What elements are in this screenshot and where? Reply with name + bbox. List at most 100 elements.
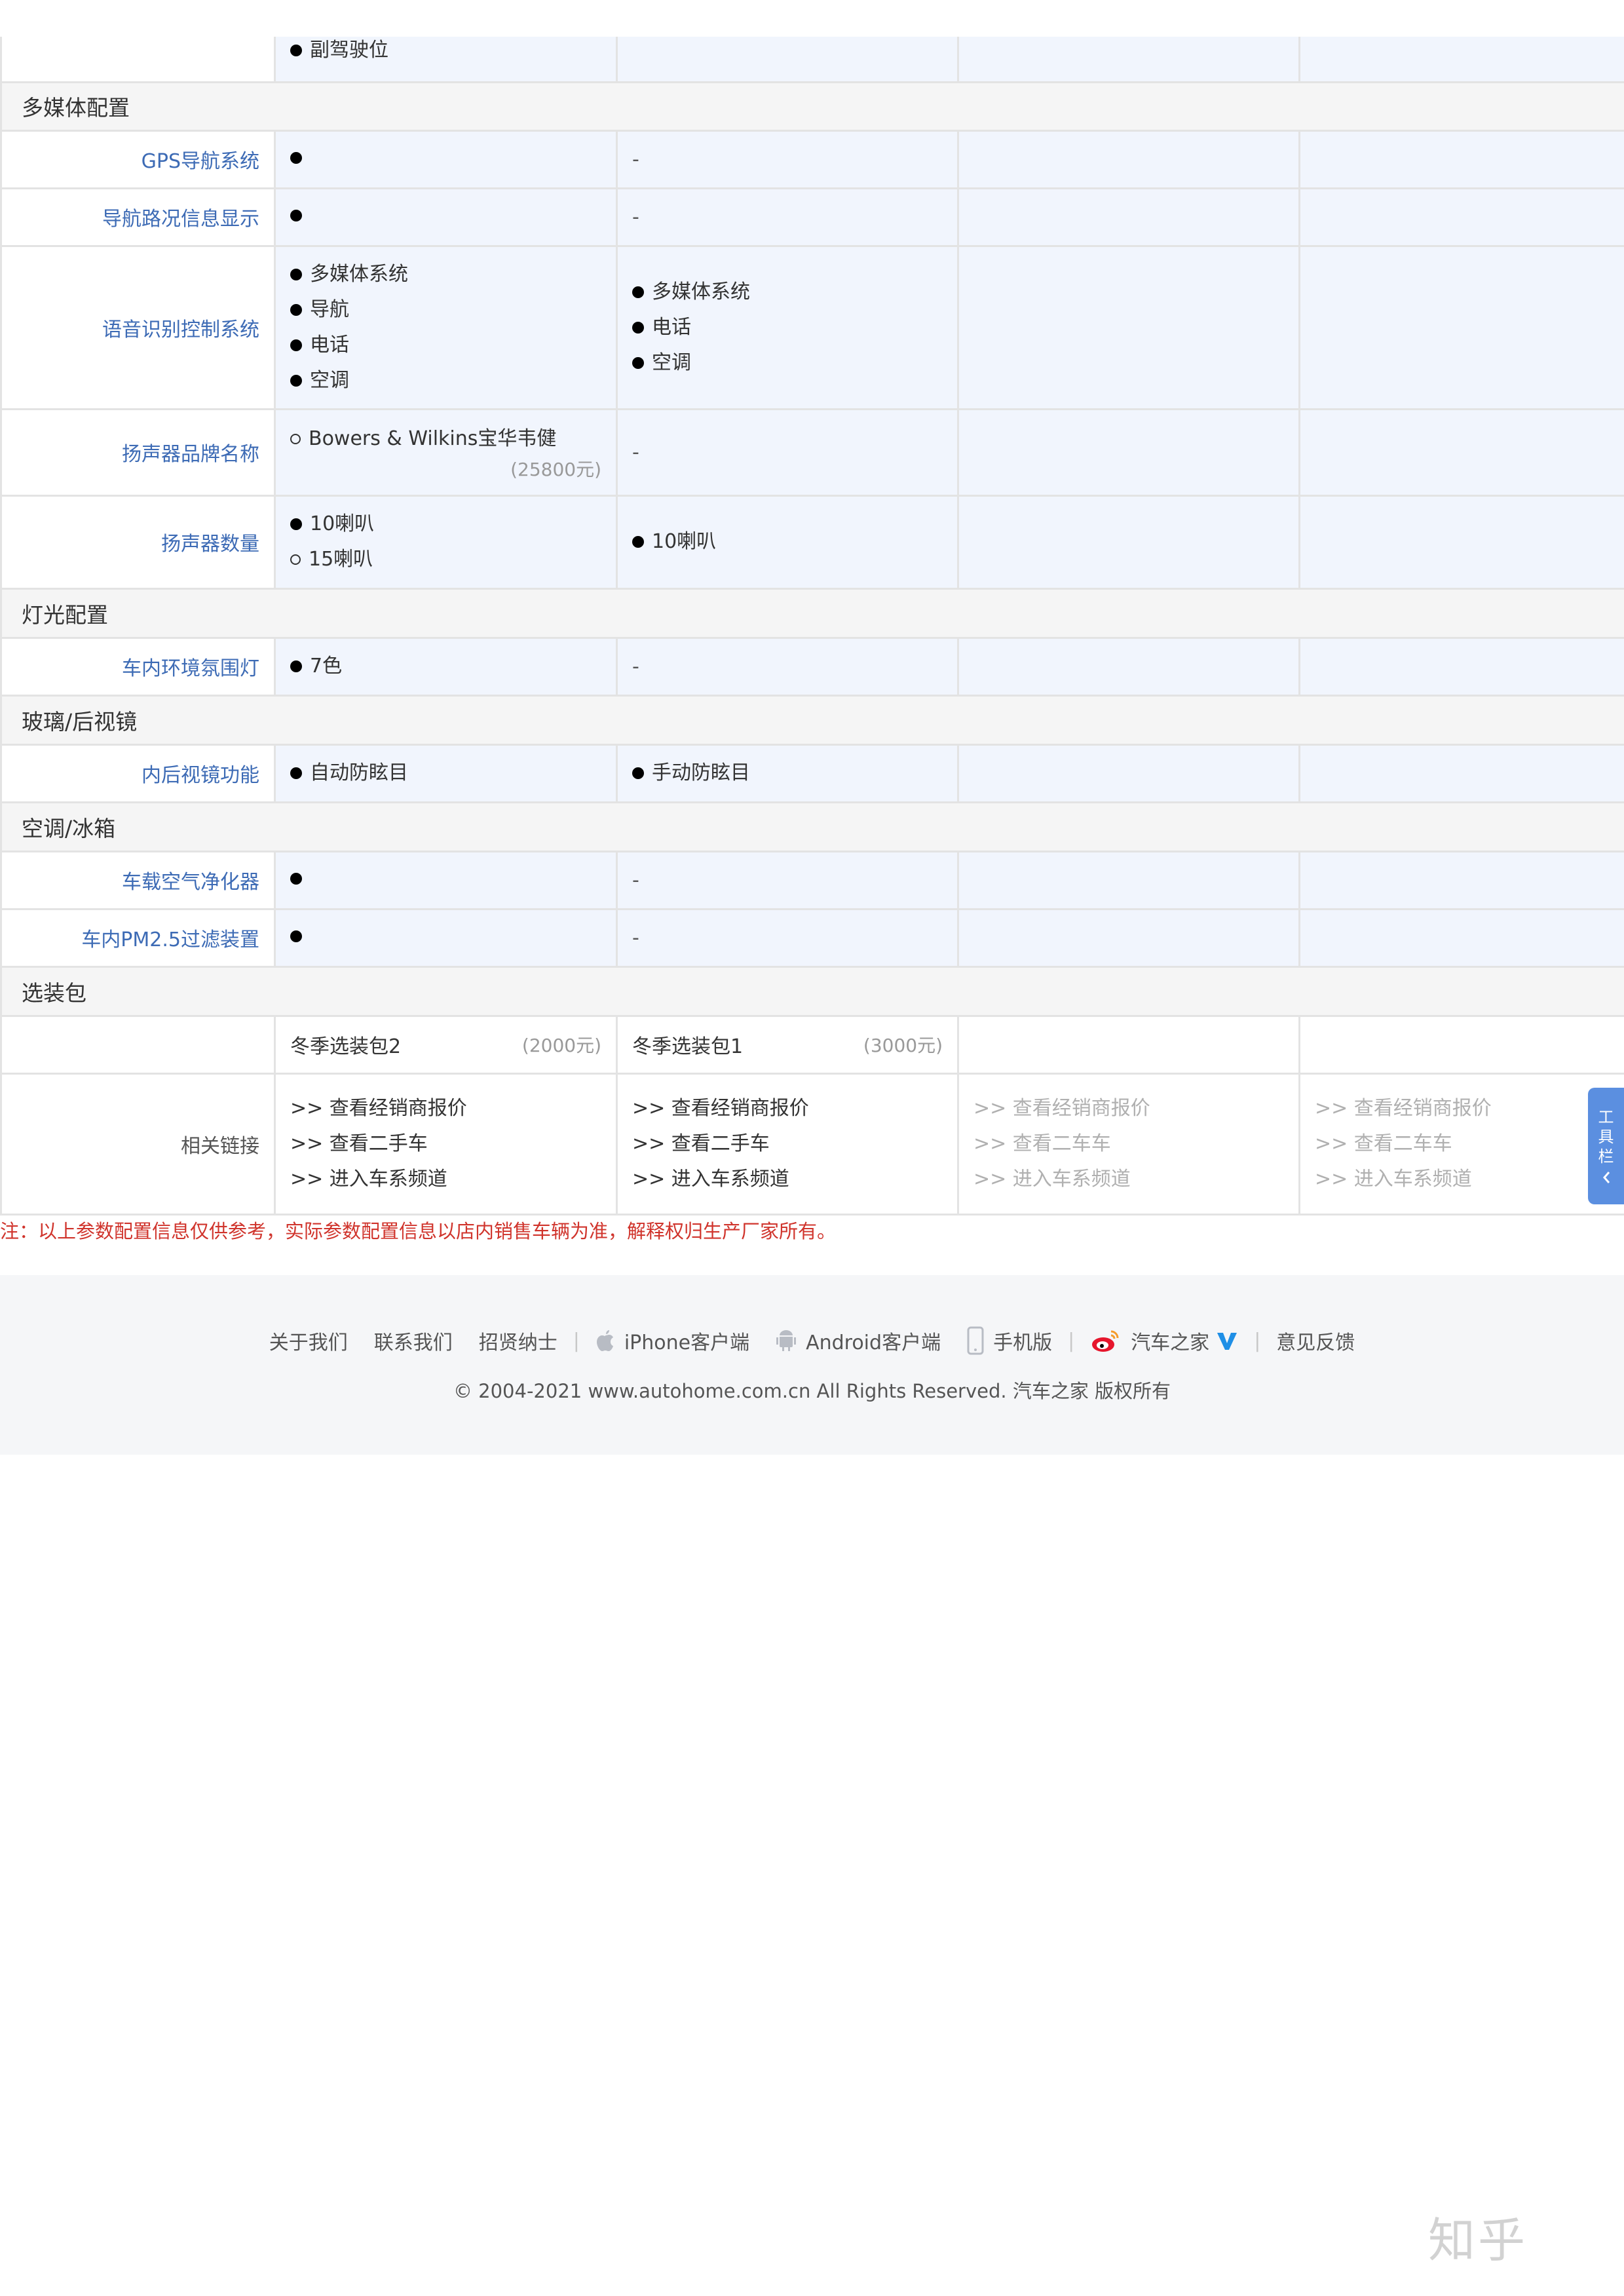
row-inner-mirror: 内后视镜功能 自动防眩目 手动防眩目 [0, 743, 1624, 803]
config-table: 副驾驶位 多媒体配置 GPS导航系统 - 导航路况信息显示 - 语音识别控制系统… [0, 37, 1624, 1215]
row-label[interactable]: 语音识别控制系统 [0, 244, 276, 410]
standard-dot-icon [632, 321, 644, 334]
optional-ring-icon [290, 554, 301, 565]
toolbar-tab[interactable]: 工 具 栏 [1588, 1088, 1624, 1204]
series-channel-link: >> 进入车系频道 [973, 1167, 1131, 1191]
standard-dot-icon [632, 536, 644, 548]
section-ac-fridge: 空调/冰箱 [0, 801, 1624, 852]
standard-dot-icon [290, 660, 302, 672]
section-glass-mirror: 玻璃/后视镜 [0, 694, 1624, 746]
row-label[interactable]: 内后视镜功能 [0, 743, 276, 803]
row-label[interactable]: 车内环境氛围灯 [0, 636, 276, 697]
series-channel-link[interactable]: >> 进入车系频道 [290, 1162, 616, 1197]
row-gps: GPS导航系统 - [0, 129, 1624, 189]
footer-link-feedback[interactable]: 意见反馈 [1276, 1326, 1355, 1355]
footer-nav: 关于我们 联系我们 招贤纳士 | iPhone客户端 Android客户端 手机… [0, 1326, 1624, 1355]
list-item: 电话 [632, 310, 957, 345]
optional-ring-icon [290, 434, 301, 444]
standard-dot-icon [290, 767, 302, 779]
standard-dot-icon [290, 339, 302, 351]
used-car-link[interactable]: >> 查看二手车 [290, 1126, 616, 1162]
standard-dot-icon [290, 45, 302, 56]
option-package[interactable]: 冬季选装包2 (2000元) [290, 1030, 616, 1059]
used-car-link: >> 查看二车车 [973, 1132, 1111, 1155]
standard-dot-icon [290, 873, 302, 885]
list-item: 空调 [632, 345, 957, 381]
list-item: 7色 [290, 649, 616, 684]
dealer-price-link[interactable]: >> 查看经销商报价 [632, 1091, 957, 1126]
standard-dot-icon [290, 152, 302, 164]
row-nav-traffic: 导航路况信息显示 - [0, 187, 1624, 247]
row-label[interactable]: 车载空气净化器 [0, 850, 276, 910]
copyright: © 2004-2021 www.autohome.com.cn All Righ… [453, 1380, 1171, 1402]
list-item: 多媒体系统 [632, 275, 957, 310]
row-label[interactable]: GPS导航系统 [0, 129, 276, 189]
list-item: 手动防眩目 [632, 756, 957, 791]
standard-dot-icon [632, 356, 644, 369]
standard-dot-icon [290, 374, 302, 387]
used-car-link: >> 查看二车车 [1315, 1132, 1452, 1155]
list-item: 自动防眩目 [290, 756, 616, 791]
divider: | [1068, 1329, 1075, 1352]
section-options: 选装包 [0, 965, 1624, 1017]
list-item: 空调 [290, 363, 616, 398]
row-air-purifier: 车载空气净化器 - [0, 850, 1624, 910]
row-option-pkg: 冬季选装包2 (2000元) 冬季选装包1 (3000元) [0, 1014, 1624, 1075]
row-label: 相关链接 [0, 1072, 276, 1215]
list-item: Bowers & Wilkins宝华韦健 [290, 421, 616, 457]
weibo-icon [1092, 1330, 1119, 1352]
series-channel-link[interactable]: >> 进入车系频道 [632, 1162, 957, 1197]
series-channel-link: >> 进入车系频道 [1315, 1167, 1472, 1191]
list-item: 15喇叭 [290, 542, 616, 577]
option-package[interactable]: 冬季选装包1 (3000元) [632, 1030, 957, 1059]
list-item: 电话 [290, 328, 616, 363]
top-edge [0, 0, 1624, 37]
standard-dot-icon [290, 303, 302, 316]
row-speaker-brand: 扬声器品牌名称 Bowers & Wilkins宝华韦健 (25800元) - [0, 408, 1624, 497]
footer-link-weibo[interactable]: 汽车之家 [1090, 1326, 1238, 1355]
list-item: 10喇叭 [632, 524, 957, 560]
used-car-link[interactable]: >> 查看二手车 [632, 1126, 957, 1162]
row-partial: 副驾驶位 [0, 37, 1624, 83]
row-label[interactable]: 车内PM2.5过滤装置 [0, 908, 276, 968]
standard-dot-icon [632, 286, 644, 298]
footer-link-iphone[interactable]: iPhone客户端 [595, 1326, 749, 1355]
row-speaker-count: 扬声器数量 10喇叭 15喇叭 10喇叭 [0, 494, 1624, 590]
row-label[interactable]: 扬声器数量 [0, 494, 276, 590]
list-item: 副驾驶位 [290, 33, 616, 68]
dealer-price-link[interactable]: >> 查看经销商报价 [290, 1091, 616, 1126]
dealer-price-link: >> 查看经销商报价 [973, 1096, 1150, 1120]
list-item: 导航 [290, 292, 616, 328]
footer-link-mobile[interactable]: 手机版 [967, 1326, 1052, 1355]
standard-dot-icon [290, 210, 302, 221]
standard-dot-icon [632, 767, 644, 779]
row-label[interactable]: 导航路况信息显示 [0, 187, 276, 247]
phone-icon [967, 1326, 984, 1355]
standard-dot-icon [290, 518, 302, 530]
footer-link-jobs[interactable]: 招贤纳士 [479, 1326, 557, 1355]
disclaimer-note: 注：以上参数配置信息仅供参考，实际参数配置信息以店内销售车辆为准，解释权归生产厂… [0, 1220, 837, 1242]
divider: | [1254, 1329, 1261, 1352]
row-voice: 语音识别控制系统 多媒体系统 导航 电话 空调 多媒体系统 电话 空调 [0, 244, 1624, 410]
dealer-price-link: >> 查看经销商报价 [1315, 1096, 1492, 1120]
android-icon [776, 1330, 797, 1351]
standard-dot-icon [290, 930, 302, 942]
divider: | [573, 1329, 580, 1352]
section-multimedia: 多媒体配置 [0, 81, 1624, 132]
chevron-left-icon [1602, 1172, 1610, 1183]
footer-link-android[interactable]: Android客户端 [776, 1326, 941, 1355]
section-lighting: 灯光配置 [0, 587, 1624, 639]
footer-link-about[interactable]: 关于我们 [269, 1326, 348, 1355]
row-label[interactable]: 扬声器品牌名称 [0, 408, 276, 497]
apple-icon [596, 1330, 613, 1351]
footer-link-contact[interactable]: 联系我们 [374, 1326, 453, 1355]
watermark-logo: 知乎 [1428, 2213, 1528, 2268]
verified-v-icon [1217, 1333, 1237, 1350]
row-links: 相关链接 >> 查看经销商报价 >> 查看二手车 >> 进入车系频道 >> 查看… [0, 1072, 1624, 1215]
footer: 关于我们 联系我们 招贤纳士 | iPhone客户端 Android客户端 手机… [0, 1275, 1624, 1455]
option-price: (25800元) [510, 459, 601, 480]
standard-dot-icon [290, 268, 302, 280]
list-item: 10喇叭 [290, 507, 616, 542]
row-ambient-light: 车内环境氛围灯 7色 - [0, 636, 1624, 697]
row-pm25: 车内PM2.5过滤装置 - [0, 908, 1624, 968]
